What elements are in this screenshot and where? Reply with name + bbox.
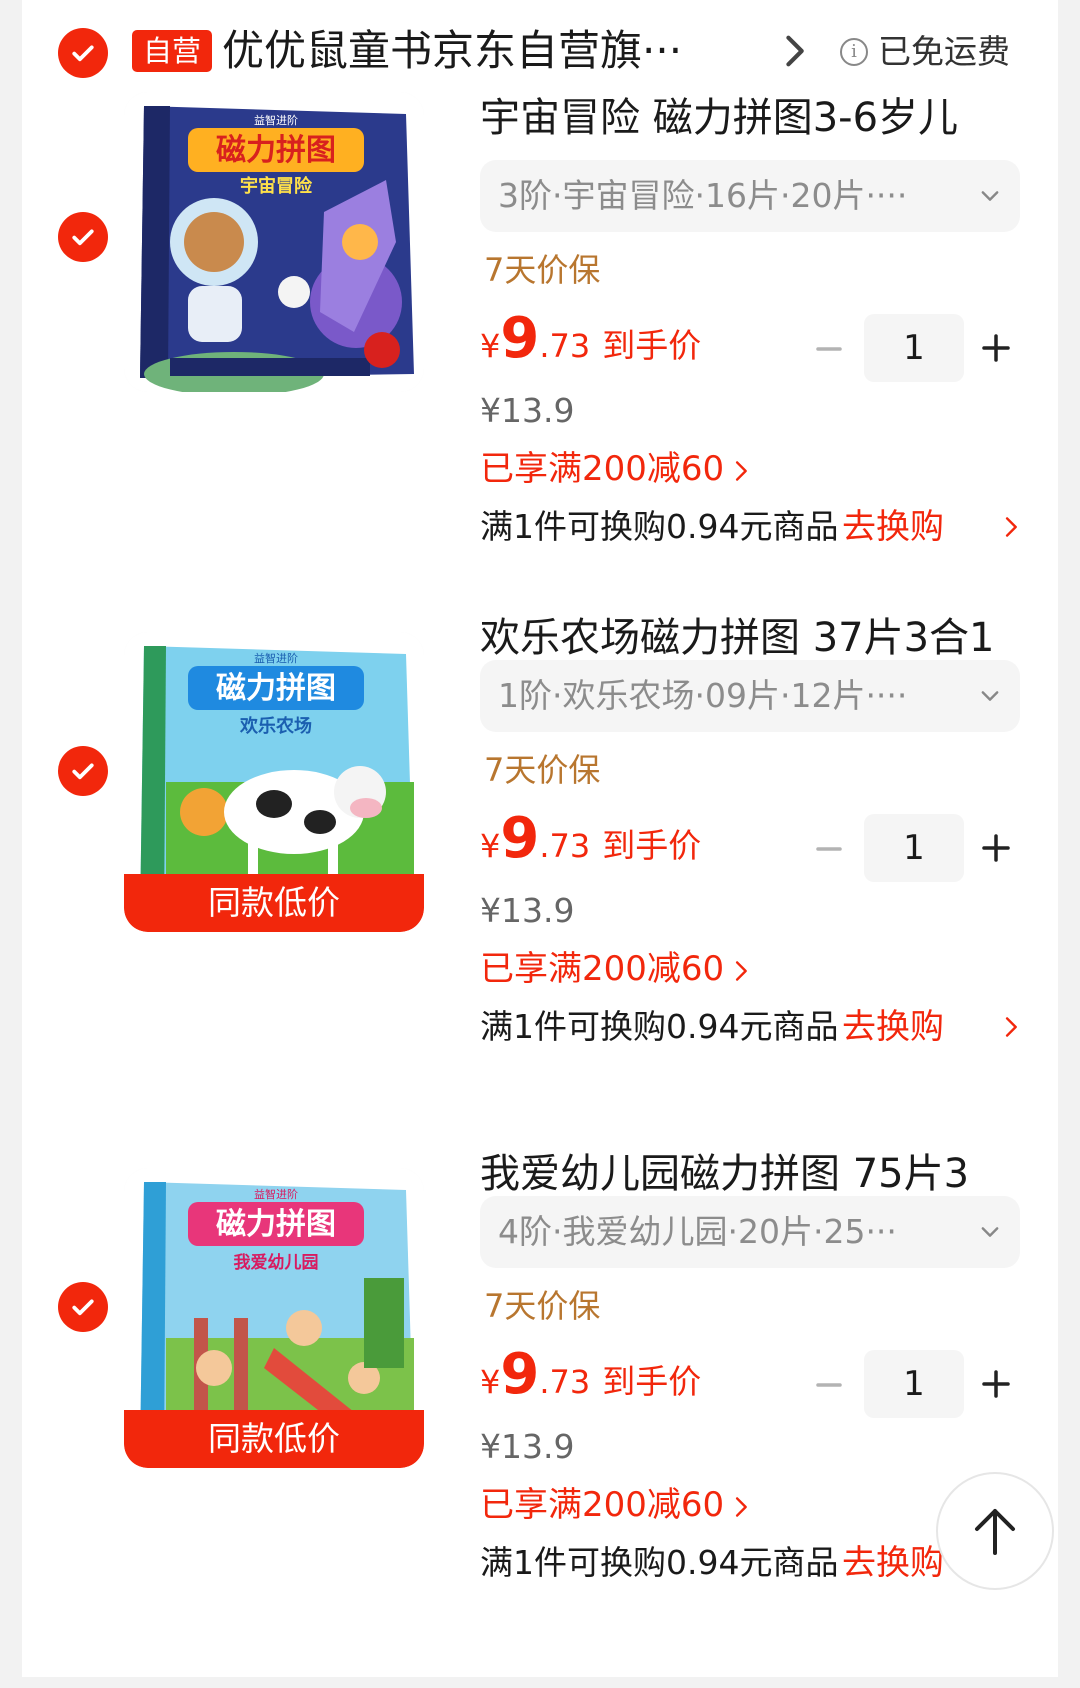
quantity-stepper: 1 [808,814,1018,882]
cover-subtitle: 宇宙冒险 [240,175,313,197]
price-integer: 9 [500,1342,540,1407]
exchange-link[interactable]: 去换购 [842,502,944,552]
price-tag: 到手价 [602,826,702,865]
exchange-offer-text: 满1件可换购0.94元商品 [480,507,839,546]
currency-symbol: ¥ [480,827,501,865]
price-guarantee-badge: 7天价保 [484,251,601,289]
quantity-input[interactable]: 1 [864,814,964,882]
currency-symbol: ¥ [480,1363,501,1401]
chevron-down-icon [981,691,999,701]
price-decimal: .73 [539,327,591,365]
chevron-right-icon[interactable] [1004,1016,1020,1038]
promo-discount[interactable]: 已享满200减60 [480,1480,750,1530]
same-item-low-price-badge: 同款低价 [124,1410,424,1468]
cart-item: 磁力拼图 欢乐农场 益智进阶 同款低价 欢乐农场磁力拼图 37片3合1 1阶·欢… [22,615,1058,1152]
spec-selector[interactable]: 3阶·宇宙冒险·16片·20片···· [480,160,1020,232]
shop-select-checkbox[interactable] [58,28,108,78]
shop-name[interactable]: 优优鼠童书京东自营旗··· [222,18,772,84]
checkmark-icon [72,763,94,780]
original-price: ¥13.9 [480,1427,575,1466]
original-price: ¥13.9 [480,391,575,430]
shipping-status: 已免运费 [878,32,1010,71]
item-select-checkbox[interactable] [58,212,108,262]
cover-subtitle: 欢乐农场 [239,715,312,737]
plus-icon[interactable] [980,1368,1012,1400]
chevron-right-icon[interactable] [782,32,810,70]
cover-title: 磁力拼图 [216,133,336,168]
spec-selector[interactable]: 4阶·我爱幼儿园·20片·25··· [480,1196,1020,1268]
exchange-link[interactable]: 去换购 [842,1538,944,1588]
checkmark-icon [72,1299,94,1316]
product-image[interactable]: 磁力拼图 我爱幼儿园 益智进阶 同款低价 [124,1168,424,1468]
spec-selector[interactable]: 1阶·欢乐农场·09片·12片···· [480,660,1020,732]
cover-label: 益智进阶 [254,1187,298,1201]
arrow-up-icon [975,1509,1015,1555]
price-guarantee-badge: 7天价保 [484,1287,601,1325]
product-image[interactable]: 磁力拼图 欢乐农场 益智进阶 同款低价 [124,632,424,932]
price-tag: 到手价 [602,1362,702,1401]
self-operated-badge: 自营 [132,30,212,72]
info-icon[interactable]: i [840,38,868,66]
cover-subtitle: 我爱幼儿园 [234,1252,319,1273]
cover-label: 益智进阶 [254,651,298,665]
product-title[interactable]: 欢乐农场磁力拼图 37片3合1 [480,608,1000,668]
spec-text: 4阶·我爱幼儿园·20片·25··· [498,1212,897,1251]
promo-discount[interactable]: 已享满200减60 [480,944,750,994]
product-title[interactable]: 宇宙冒险 磁力拼图3-6岁儿 [480,88,1000,148]
spec-text: 3阶·宇宙冒险·16片·20片···· [498,176,908,215]
exchange-offer-text: 满1件可换购0.94元商品 [480,1007,839,1046]
promo-text: 已享满200减60 [480,449,725,489]
minus-icon[interactable] [814,1370,844,1400]
promo-discount[interactable]: 已享满200减60 [480,444,750,494]
exchange-link[interactable]: 去换购 [842,1002,944,1052]
price-integer: 9 [500,806,540,871]
chevron-right-icon [736,460,748,481]
chevron-down-icon [981,191,999,201]
item-select-checkbox[interactable] [58,1282,108,1332]
plus-icon[interactable] [980,332,1012,364]
price-decimal: .73 [539,1363,591,1401]
product-title[interactable]: 我爱幼儿园磁力拼图 75片3 [480,1144,1000,1204]
quantity-input[interactable]: 1 [864,1350,964,1418]
cart-shop-card: 自营 优优鼠童书京东自营旗··· i 已免运费 磁力拼图 宇宙冒险 益智进阶 宇… [22,0,1058,1677]
cover-title: 磁力拼图 [216,671,336,706]
cover-label: 益智进阶 [254,113,298,127]
minus-icon[interactable] [814,334,844,364]
price-integer: 9 [500,306,540,371]
checkmark-icon [72,45,94,62]
currency-symbol: ¥ [480,327,501,365]
space-puzzle-cover: 磁力拼图 宇宙冒险 益智进阶 [124,92,424,392]
cover-title: 磁力拼图 [216,1207,336,1242]
chevron-right-icon [736,960,748,981]
same-item-low-price-badge: 同款低价 [124,874,424,932]
cart-item: 磁力拼图 我爱幼儿园 益智进阶 同款低价 我爱幼儿园磁力拼图 75片3 4阶·我… [22,1151,1058,1688]
promo-text: 已享满200减60 [480,1485,725,1525]
cart-item: 磁力拼图 宇宙冒险 益智进阶 宇宙冒险 磁力拼图3-6岁儿 3阶·宇宙冒险·16… [22,88,1058,618]
item-select-checkbox[interactable] [58,746,108,796]
quantity-stepper: 1 [808,1350,1018,1418]
scroll-to-top-button[interactable] [936,1472,1054,1590]
minus-icon[interactable] [814,834,844,864]
spec-text: 1阶·欢乐农场·09片·12片···· [498,676,908,715]
final-price: ¥9.73 到手价 [480,306,701,376]
chevron-right-icon [736,1496,748,1517]
final-price: ¥9.73 到手价 [480,806,701,876]
quantity-input[interactable]: 1 [864,314,964,382]
promo-text: 已享满200减60 [480,949,725,989]
product-image[interactable]: 磁力拼图 宇宙冒险 益智进阶 [124,92,424,392]
price-guarantee-badge: 7天价保 [484,751,601,789]
final-price: ¥9.73 到手价 [480,1342,701,1412]
chevron-right-icon[interactable] [1004,516,1020,538]
price-decimal: .73 [539,827,591,865]
checkmark-icon [72,229,94,246]
quantity-stepper: 1 [808,314,1018,382]
plus-icon[interactable] [980,832,1012,864]
original-price: ¥13.9 [480,891,575,930]
chevron-down-icon [981,1227,999,1237]
price-tag: 到手价 [602,326,702,365]
